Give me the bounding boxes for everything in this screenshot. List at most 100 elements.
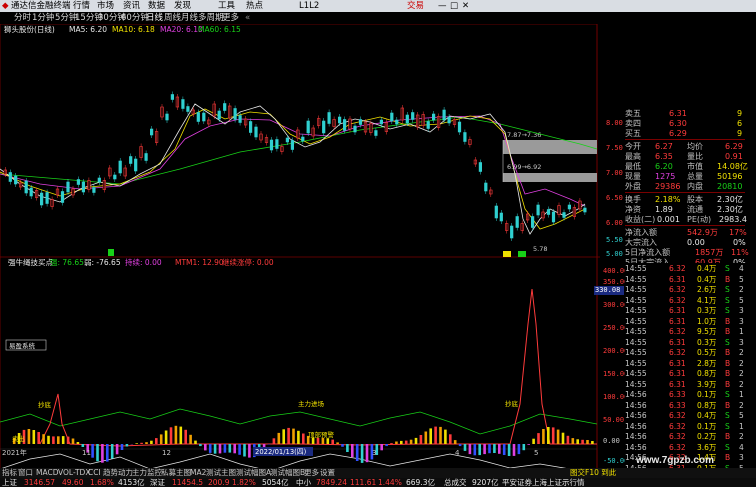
ticker-sh-chg: 49.60 [62, 478, 84, 487]
histogram-bar [424, 431, 428, 444]
tab-macd[interactable]: MACD [36, 468, 58, 478]
tab-more[interactable]: 更多 [304, 468, 319, 478]
annot-low: 5.78 [533, 245, 547, 253]
x-label-3: 3 [372, 449, 376, 457]
y-tick-5.50: 5.50 [606, 236, 623, 244]
tab-settings[interactable]: 设置 [320, 468, 335, 478]
tab-private[interactable]: 私募主图 [161, 468, 191, 478]
tick-scroll-strip[interactable] [747, 266, 753, 466]
period-tab-more[interactable]: 更多 [222, 12, 239, 24]
maximize-icon[interactable]: □ [450, 0, 458, 12]
ticker-sz-amt: 5054亿 [262, 478, 289, 487]
ticker-sh-pct: 1.68% [90, 478, 114, 487]
ticker-zx-name[interactable]: 中小 [296, 478, 311, 487]
minimize-icon[interactable]: — [438, 0, 447, 12]
tab-test-b[interactable]: 测试幅图B [270, 468, 305, 478]
histogram-bar [233, 444, 236, 454]
corner-f10[interactable]: 图交F10 到此 [570, 468, 616, 478]
tick-row: 14:55 6.31 2.8万 B 2 [625, 358, 744, 368]
histogram-bar [81, 444, 85, 447]
ticker-total-label: 总成交 [444, 478, 467, 487]
histogram-bar [449, 434, 452, 444]
period-tab-multi[interactable]: 多周期 [198, 12, 224, 24]
period-tab-week[interactable]: 周线 [164, 12, 181, 24]
tab-cci[interactable]: CCI [88, 468, 101, 478]
period-tab-1m[interactable]: 1分钟 [32, 12, 54, 24]
y-tick-6.00: 6.00 [606, 219, 623, 227]
histogram-bar [47, 435, 50, 444]
histogram-bar [96, 444, 99, 462]
histogram-bar [179, 426, 183, 444]
ind-y-0: 0.00 [603, 437, 620, 445]
menu-redian[interactable]: 热点 [246, 0, 263, 12]
histogram-bar [527, 444, 530, 445]
quote-row-outer: 外盘 29386 内盘 20810 [625, 182, 743, 191]
indicator-val-cont: 继续涨停: 0.00 [222, 257, 274, 267]
label-sell-1: 卖出 [12, 434, 25, 443]
period-tab-fenshi[interactable]: 分时 [14, 12, 31, 24]
histogram-bar [483, 444, 486, 455]
ticker-news[interactable]: 平安证券上海上证示行情 [502, 478, 585, 487]
kline-chart[interactable]: 狮头股份(日线) MA5: 6.20 MA10: 6.18 MA20: 6.10… [0, 24, 600, 470]
histogram-bar [27, 429, 31, 444]
y-tick-5.00: 5.00 [606, 250, 623, 258]
tab-indicator[interactable]: 指标 [2, 468, 17, 478]
tab-vol[interactable]: VOL-TDX [58, 468, 90, 478]
histogram-bar [351, 444, 354, 458]
ticker-total-value: 9207亿 [472, 478, 499, 487]
tab-main-monitor[interactable]: 主力监控 [132, 468, 162, 478]
menu-shuju[interactable]: 数据 [148, 0, 165, 12]
quote-panel: 8.00 7.50 7.00 6.50 6.00 5.50 5.00 400.0… [594, 24, 756, 473]
menu-faxian[interactable]: 发现 [174, 0, 191, 12]
histogram-bar [336, 442, 339, 444]
histogram-bar [395, 441, 398, 444]
collapse-icon[interactable]: « [245, 12, 250, 24]
histogram-bar [512, 444, 516, 456]
period-tab-month[interactable]: 月线 [181, 12, 198, 24]
menu-gongju[interactable]: 工具 [218, 0, 235, 12]
price-box-upper [503, 140, 597, 154]
histogram-bar [32, 430, 36, 444]
histogram-bar [537, 433, 540, 444]
quote-row-eps: 收益(二) 0.001 PE(动) 2983.4 [625, 215, 747, 224]
tab-ma2[interactable]: MA2 [190, 468, 206, 478]
ticker-sh-name[interactable]: 上证 [2, 478, 17, 487]
histogram-bar [444, 429, 447, 444]
histogram-bar [566, 435, 570, 444]
menu-zixun[interactable]: 资讯 [123, 0, 140, 12]
histogram-bar [184, 429, 187, 444]
tab-test-main[interactable]: 测试主图 [206, 468, 236, 478]
histogram-bar [106, 444, 109, 462]
tab-test-a[interactable]: 测试幅图A [236, 468, 271, 478]
account-label[interactable]: L1L2 [299, 0, 319, 12]
tick-list[interactable]: 14:55 6.32 0.4万 S 4 14:55 6.31 0.4万 B 5 14:55 6.32 2… [625, 263, 750, 473]
histogram-bar [164, 430, 168, 444]
menu-hangqing[interactable]: 行情 [73, 0, 90, 12]
histogram-bar [238, 444, 241, 455]
histogram-bar [199, 444, 202, 447]
indicator-tabs: 指标 窗口 MACD VOL-TDX CCI 趋势动力 主力监控 私募主图 MA… [0, 468, 756, 478]
period-tab-day[interactable]: 日线 [146, 12, 163, 24]
histogram-bar [42, 434, 45, 444]
ticker-sz-pct: 1.82% [232, 478, 256, 487]
histogram-bar [400, 440, 403, 444]
histogram-bar [355, 444, 359, 461]
ticker-sh-amt: 4153亿 [118, 478, 145, 487]
ticker-sz-name[interactable]: 深证 [150, 478, 165, 487]
close-icon[interactable]: ✕ [462, 0, 469, 12]
period-tab-60m[interactable]: 60分钟 [121, 12, 149, 24]
trade-button[interactable]: 交易 [407, 0, 424, 12]
x-label-12: 12 [162, 449, 171, 457]
histogram-bar [223, 444, 227, 453]
histogram-bar [57, 436, 60, 444]
tab-trend[interactable]: 趋势动力 [103, 468, 133, 478]
histogram-bar [439, 426, 442, 444]
tick-row: 14:55 6.31 1.0万 B 3 [625, 316, 744, 326]
label-main-buy: 主力进场 [298, 399, 325, 408]
tab-window[interactable]: 窗口 [18, 468, 33, 478]
histogram-bar [556, 429, 560, 444]
menu-shichang[interactable]: 市场 [97, 0, 114, 12]
bid-row-5: 买五 6.29 9 [625, 129, 743, 138]
ma20-line [0, 115, 586, 207]
signal-marker-1 [108, 249, 114, 256]
